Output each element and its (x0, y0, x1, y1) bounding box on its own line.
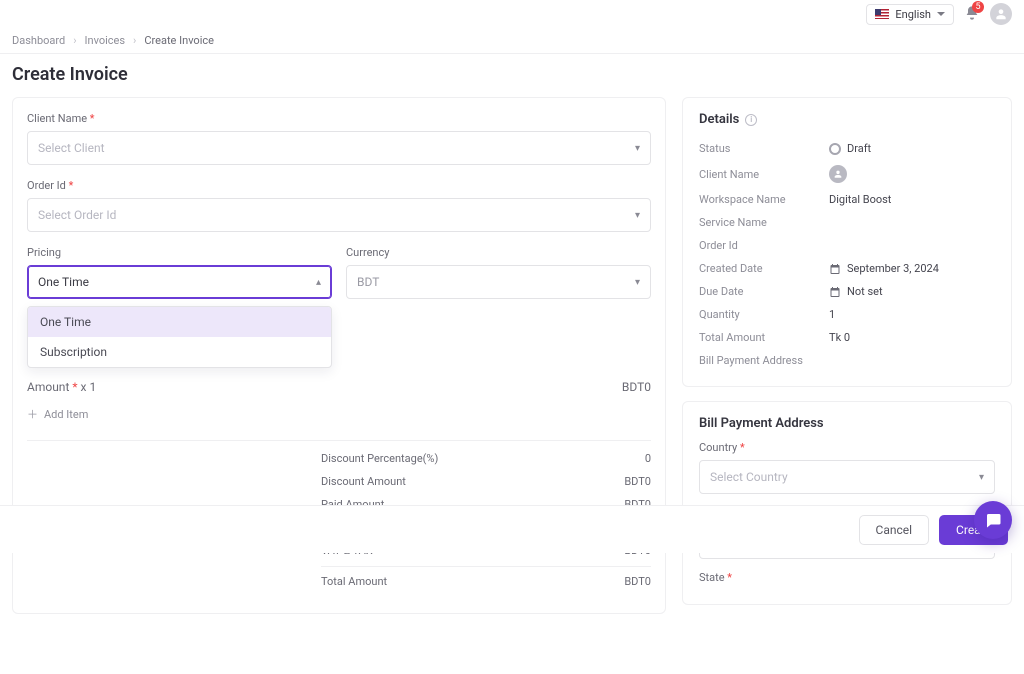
details-title: Details (699, 112, 739, 127)
chevron-down-icon (937, 12, 945, 16)
chevron-down-icon: ▾ (635, 277, 640, 288)
chevron-down-icon: ▾ (635, 210, 640, 221)
footer-actions: Cancel Create (0, 505, 1024, 553)
country-select[interactable]: Select Country ▾ (699, 460, 995, 494)
page-title: Create Invoice (0, 54, 1024, 97)
info-icon[interactable]: i (745, 114, 757, 126)
order-id-label: Order Id * (27, 179, 651, 192)
order-id-select[interactable]: Select Order Id ▾ (27, 198, 651, 232)
breadcrumb-dashboard[interactable]: Dashboard (12, 34, 65, 47)
client-name-label: Client Name * (27, 112, 651, 125)
calendar-icon (829, 263, 841, 275)
language-selector[interactable]: English (866, 4, 954, 25)
add-item-button[interactable]: ＋ Add Item (27, 400, 651, 436)
billing-address-panel: Bill Payment Address Country * Select Co… (682, 401, 1012, 605)
user-menu[interactable] (990, 3, 1012, 25)
chevron-up-icon: ▴ (316, 277, 321, 288)
notifications-button[interactable]: 5 (964, 5, 980, 24)
line-item-row: Amount * x 1 BDT0 (27, 376, 651, 400)
pricing-select[interactable]: One Time ▴ (27, 265, 332, 299)
currency-label: Currency (346, 246, 651, 259)
currency-select[interactable]: BDT ▾ (346, 265, 651, 299)
pricing-dropdown: One Time Subscription (27, 306, 332, 368)
breadcrumb: Dashboard › Invoices › Create Invoice (0, 28, 1024, 54)
plus-icon: ＋ (27, 406, 38, 422)
notification-badge: 5 (972, 1, 984, 13)
chevron-right-icon: › (133, 34, 136, 47)
pricing-label: Pricing (27, 246, 332, 259)
chevron-right-icon: › (73, 34, 76, 47)
chevron-down-icon: ▾ (635, 143, 640, 154)
breadcrumb-current: Create Invoice (144, 34, 214, 47)
chat-icon (984, 511, 1002, 529)
client-select[interactable]: Select Client ▾ (27, 131, 651, 165)
billing-title: Bill Payment Address (699, 416, 995, 431)
line-item-amount: BDT0 (622, 380, 651, 394)
breadcrumb-invoices[interactable]: Invoices (85, 34, 126, 47)
cancel-button[interactable]: Cancel (859, 515, 930, 545)
details-panel: Details i Status Draft Client Name Works… (682, 97, 1012, 387)
chevron-down-icon: ▾ (979, 472, 984, 483)
user-icon (994, 7, 1008, 21)
flag-us-icon (875, 9, 889, 19)
chat-fab[interactable] (974, 501, 1012, 539)
pricing-option-subscription[interactable]: Subscription (28, 337, 331, 367)
calendar-icon (829, 286, 841, 298)
status-indicator-icon (829, 143, 841, 155)
language-label: English (895, 8, 931, 21)
avatar-icon (829, 165, 847, 183)
pricing-option-one-time[interactable]: One Time (28, 307, 331, 337)
